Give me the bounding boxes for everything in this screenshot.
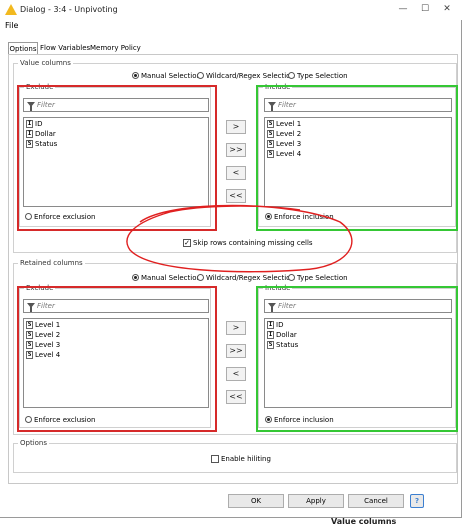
background-footer-text: Value columns [331, 517, 397, 526]
annotation-overlay [126, 204, 353, 273]
annotation-ellipse [126, 204, 353, 273]
